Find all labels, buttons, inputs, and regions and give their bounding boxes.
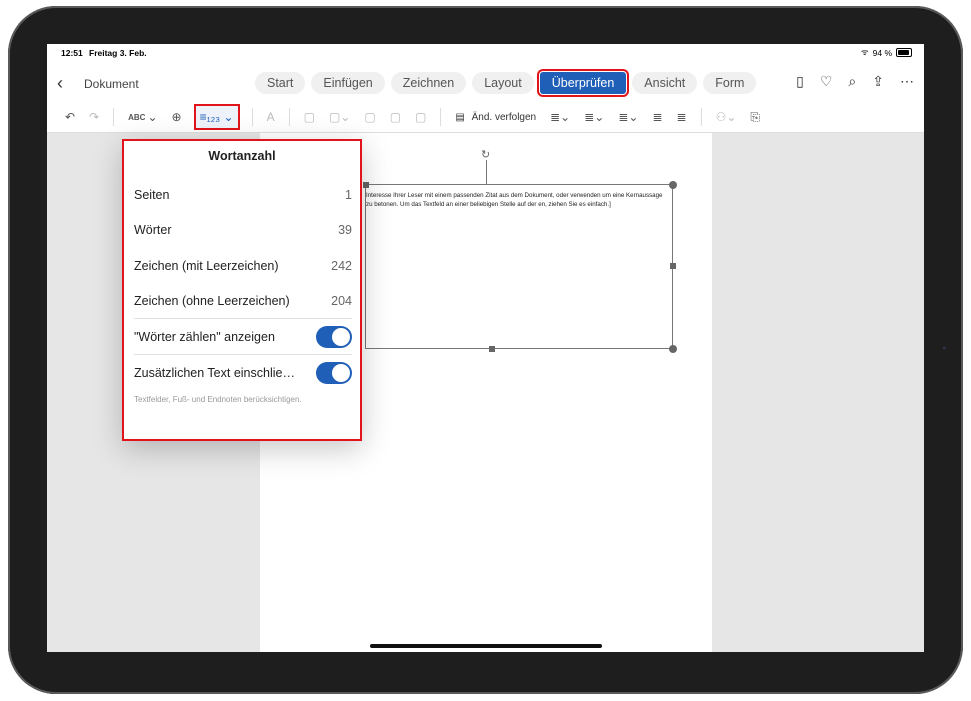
show-comments-icon[interactable]: ▢	[415, 106, 426, 128]
chars-without-spaces-value: 204	[331, 294, 352, 308]
chars-with-spaces-label: Zeichen (mit Leerzeichen)	[134, 259, 279, 273]
review-toolbar: ↶ ↷ ABC⌄ ⊕ ≡₁₂₃ ⌄ A ▢ ▢⌄ ▢ ▢ ▢ ▤ Änd. ve…	[47, 102, 924, 133]
popover-title: Wortanzahl	[124, 149, 360, 163]
tab-layout[interactable]: Layout	[472, 72, 534, 94]
search-icon[interactable]: ⌕	[848, 73, 856, 90]
words-label: Wörter	[134, 223, 172, 237]
track-changes-button[interactable]: ▤ Änd. verfolgen	[455, 106, 536, 128]
status-right: ᯤ 94 %	[861, 47, 912, 58]
accept-change-icon[interactable]: ≣⌄	[584, 106, 604, 128]
undo-icon[interactable]: ↶	[65, 106, 75, 128]
tab-ansicht[interactable]: Ansicht	[632, 72, 697, 94]
resize-handle[interactable]	[669, 345, 677, 353]
pages-label: Seiten	[134, 188, 169, 202]
new-comment-icon[interactable]: ▢	[304, 106, 315, 128]
home-indicator[interactable]	[370, 644, 602, 648]
spellcheck-label: ABC	[128, 113, 145, 122]
words-row: Wörter 39	[134, 212, 352, 247]
resize-handle[interactable]	[363, 182, 369, 188]
resize-handle[interactable]	[670, 263, 676, 269]
battery-icon	[896, 48, 912, 57]
redo-icon[interactable]: ↷	[89, 106, 99, 128]
rotate-handle-line	[486, 160, 487, 184]
include-text-note: Textfelder, Fuß- und Endnoten berücksich…	[134, 395, 302, 404]
toolbar-divider	[289, 108, 290, 126]
word-count-button[interactable]: ≡₁₂₃ ⌄	[196, 106, 238, 128]
delete-comment-icon[interactable]: ▢⌄	[329, 106, 350, 128]
share-icon[interactable]: ⇪	[872, 73, 884, 90]
tab-ueberpruefen[interactable]: Überprüfen	[540, 72, 627, 94]
ribbon-tabs: Start Einfügen Zeichnen Layout Überprüfe…	[255, 72, 756, 94]
include-text-toggle[interactable]	[316, 362, 352, 384]
show-word-count-row: "Wörter zählen" anzeigen	[134, 318, 352, 354]
markup-display-icon[interactable]: ≣⌄	[550, 106, 570, 128]
chars-with-spaces-row: Zeichen (mit Leerzeichen) 242	[134, 248, 352, 283]
text-box[interactable]: Interesse Ihrer Leser mit einem passende…	[365, 184, 673, 349]
status-bar: 12:51 Freitag 3. Feb. ᯤ 94 %	[47, 44, 924, 64]
spellcheck-button[interactable]: ABC⌄	[128, 106, 157, 128]
tab-form[interactable]: Form	[703, 72, 756, 94]
status-date: Freitag 3. Feb.	[89, 48, 147, 58]
toolbar-divider	[701, 108, 702, 126]
include-text-row: Zusätzlichen Text einschlie…	[134, 354, 352, 390]
next-comment-icon[interactable]: ▢	[390, 106, 401, 128]
reject-change-icon[interactable]: ≣⌄	[618, 106, 638, 128]
smart-lookup-icon[interactable]: ⊕	[172, 106, 182, 128]
toolbar-divider	[252, 108, 253, 126]
pages-value: 1	[345, 188, 352, 202]
words-value: 39	[338, 223, 352, 237]
tab-start[interactable]: Start	[255, 72, 305, 94]
more-icon[interactable]: ⋯	[900, 73, 914, 90]
include-text-label: Zusätzlichen Text einschlie…	[134, 366, 295, 380]
next-change-icon[interactable]: ≣	[677, 106, 687, 128]
tab-einfuegen[interactable]: Einfügen	[311, 72, 384, 94]
nav-icons: ▯ ♡ ⌕ ⇪ ⋯	[796, 73, 914, 90]
tab-zeichnen[interactable]: Zeichnen	[391, 72, 466, 94]
previous-change-icon[interactable]: ≣	[652, 106, 662, 128]
protect-icon[interactable]: ⚇⌄	[716, 106, 737, 128]
toolbar-divider	[113, 108, 114, 126]
lightbulb-icon[interactable]: ♡	[820, 73, 833, 90]
previous-comment-icon[interactable]: ▢	[364, 106, 375, 128]
resize-handle[interactable]	[489, 346, 495, 352]
chars-without-spaces-label: Zeichen (ohne Leerzeichen)	[134, 294, 290, 308]
nav-bar: ‹ Dokument Start Einfügen Zeichnen Layou…	[47, 64, 924, 102]
chars-with-spaces-value: 242	[331, 259, 352, 273]
wifi-icon: ᯤ	[861, 47, 869, 58]
document-name[interactable]: Dokument	[84, 77, 139, 91]
show-word-count-toggle[interactable]	[316, 326, 352, 348]
camera-dot: ≈	[943, 346, 946, 352]
resize-handle[interactable]	[669, 181, 677, 189]
pages-row: Seiten 1	[134, 177, 352, 212]
document-icon: ▤	[455, 112, 464, 123]
phone-icon[interactable]: ▯	[796, 73, 804, 90]
chevron-left-icon[interactable]: ‹	[57, 73, 63, 94]
battery-percent: 94 %	[873, 48, 892, 58]
word-count-popover: Wortanzahl Seiten 1 Wörter 39 Zeichen (m…	[122, 139, 362, 441]
track-changes-label: Änd. verfolgen	[472, 112, 537, 123]
toolbar-divider	[440, 108, 441, 126]
chars-without-spaces-row: Zeichen (ohne Leerzeichen) 204	[134, 283, 352, 318]
status-time: 12:51	[61, 48, 83, 58]
show-word-count-label: "Wörter zählen" anzeigen	[134, 330, 275, 344]
text-box-content[interactable]: Interesse Ihrer Leser mit einem passende…	[366, 192, 669, 209]
accessibility-icon[interactable]: ⎘	[750, 106, 760, 128]
read-aloud-icon[interactable]: A	[267, 106, 275, 128]
